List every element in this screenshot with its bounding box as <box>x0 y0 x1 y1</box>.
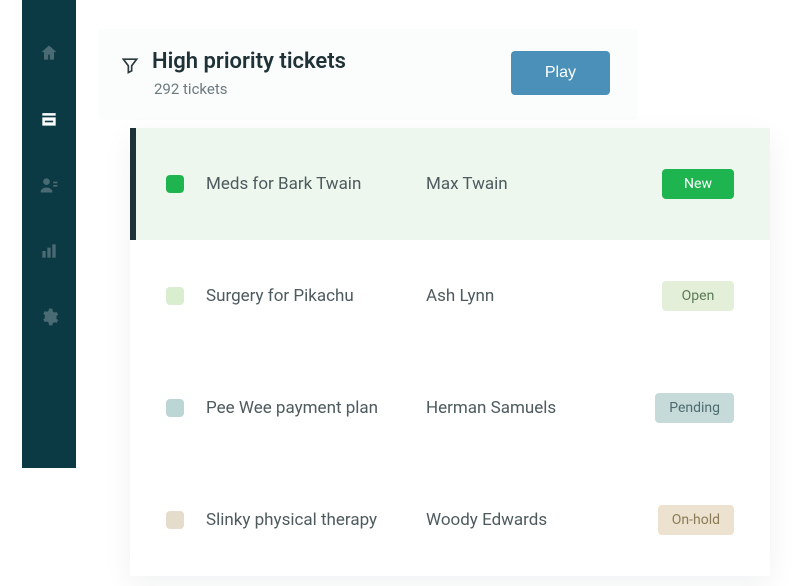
ticket-checkbox[interactable] <box>166 175 184 193</box>
sidebar-item-settings[interactable] <box>22 298 76 336</box>
sidebar-item-tickets[interactable] <box>22 100 76 138</box>
ticket-subject: Slinky physical therapy <box>206 510 426 530</box>
status-badge: Pending <box>655 393 734 423</box>
status-badge: Open <box>662 281 734 311</box>
filter-icon[interactable] <box>120 55 140 79</box>
status-badge: On-hold <box>658 505 734 535</box>
panel-header: High priority tickets 292 tickets Play <box>98 29 638 120</box>
ticket-count: 292 tickets <box>154 80 346 98</box>
ticket-requester: Woody Edwards <box>426 510 606 530</box>
sidebar-item-contacts[interactable] <box>22 166 76 204</box>
title-wrap: High priority tickets 292 tickets <box>120 49 346 98</box>
ticket-checkbox[interactable] <box>166 287 184 305</box>
panel-card: High priority tickets 292 tickets Play <box>98 29 638 120</box>
sidebar-item-home[interactable] <box>22 34 76 72</box>
ticket-requester: Ash Lynn <box>426 286 606 306</box>
reports-icon <box>39 241 59 261</box>
tickets-icon <box>39 109 59 129</box>
ticket-list: Meds for Bark TwainMax Twain New Surgery f… <box>130 128 770 576</box>
page-title: High priority tickets <box>152 49 346 74</box>
ticket-requester: Max Twain <box>426 174 606 194</box>
ticket-checkbox[interactable] <box>166 511 184 529</box>
ticket-subject: Surgery for Pikachu <box>206 286 426 306</box>
sidebar-item-reports[interactable] <box>22 232 76 270</box>
settings-icon <box>39 307 59 327</box>
status-badge: New <box>662 169 734 199</box>
home-icon <box>39 43 59 63</box>
ticket-requester: Herman Samuels <box>426 398 606 418</box>
ticket-row[interactable]: Surgery for PikachuAsh Lynn Open <box>130 240 770 352</box>
ticket-row[interactable]: Slinky physical therapyWoody Edwards On-h… <box>130 464 770 576</box>
ticket-row[interactable]: Pee Wee payment planHerman Samuels Pendin… <box>130 352 770 464</box>
ticket-row[interactable]: Meds for Bark TwainMax Twain New <box>130 128 770 240</box>
ticket-subject: Pee Wee payment plan <box>206 398 426 418</box>
contacts-icon <box>39 175 59 195</box>
sidebar <box>22 0 76 468</box>
ticket-checkbox[interactable] <box>166 399 184 417</box>
ticket-subject: Meds for Bark Twain <box>206 174 426 194</box>
play-button[interactable]: Play <box>511 51 610 95</box>
